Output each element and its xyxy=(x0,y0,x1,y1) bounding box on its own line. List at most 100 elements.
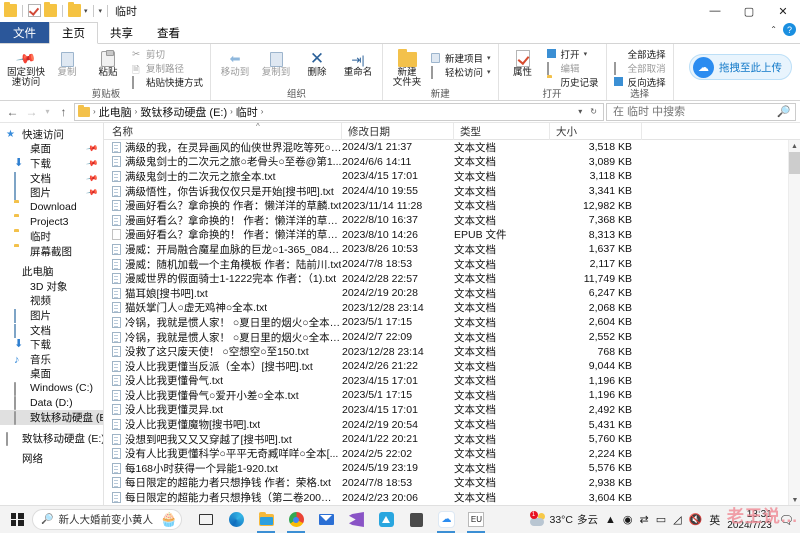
mail-icon[interactable] xyxy=(311,507,341,533)
rename-button[interactable]: ⇥| 重命名 xyxy=(338,45,378,78)
start-button[interactable] xyxy=(2,507,32,533)
file-name-cell[interactable]: 猫耳娘[搜书吧].txt xyxy=(104,286,342,301)
select-all-button[interactable]: 全部选择 xyxy=(611,47,669,61)
file-name-cell[interactable]: 满级的我，在灵异画风的仙侠世界混吃等死○创... xyxy=(104,140,342,155)
sidebar-item-desktop-pc[interactable]: 桌面 xyxy=(0,367,103,382)
tab-home[interactable]: 主页 xyxy=(49,22,98,44)
properties-button[interactable]: 属性 xyxy=(503,45,543,78)
file-name-cell[interactable]: 没人比我更懂骨气○爱开小差○全本.txt xyxy=(104,388,342,403)
file-name-cell[interactable]: 满级悟性，你告诉我仅仅只是开始[搜书吧].txt xyxy=(104,184,342,199)
paste-shortcut-button[interactable]: 粘贴快捷方式 xyxy=(129,75,206,89)
copy-path-button[interactable]: 🗎 复制路径 xyxy=(129,61,206,76)
table-row[interactable]: 每日限定的超能力者只想挣钱 作者：荣格.txt 2024/7/8 18:53 文本文… xyxy=(104,476,800,491)
column-header-date[interactable]: 修改日期 xyxy=(342,122,454,140)
table-row[interactable]: 满级悟性，你告诉我仅仅只是开始[搜书吧].txt 2024/4/10 19:55 文… xyxy=(104,184,800,199)
table-row[interactable]: 猫妖掌门人○虚无鸡神○全本.txt 2023/12/28 23:14 文本文档 2,0… xyxy=(104,301,800,316)
column-header-type[interactable]: 类型 xyxy=(454,122,550,140)
folder-icon[interactable] xyxy=(4,2,17,17)
file-name-cell[interactable]: 没救了这只废天使！ ○空想空○至150.txt xyxy=(104,344,342,359)
table-row[interactable]: 每168小时获得一个异能1-920.txt 2024/5/19 23:19 文本文档… xyxy=(104,461,800,476)
file-name-cell[interactable]: 每日限定的超能力者只想挣钱（第二卷200章）... xyxy=(104,490,342,505)
copy-to-button[interactable]: 复制到 xyxy=(256,45,296,78)
tray-overflow-icon[interactable]: ▲ xyxy=(605,514,616,526)
new-item-button[interactable]: 新建项目 ▾ xyxy=(428,51,494,65)
paste-button[interactable]: 粘贴 xyxy=(88,45,128,78)
move-to-button[interactable]: ⬅ 移动到 xyxy=(215,45,255,78)
table-row[interactable]: 冷锅，我就是惯人家！ ○夏日里的烟火○全本加... 2024/2/7 22:09 文… xyxy=(104,330,800,345)
file-name-cell[interactable]: 满级鬼剑士的二次元之旅○老骨头○至卷@第1... xyxy=(104,154,342,169)
ime-indicator[interactable]: 英 xyxy=(709,512,720,528)
table-row[interactable]: 没人比我更懂骨气○爱开小差○全本.txt 2023/5/1 17:15 文本文档 1,… xyxy=(104,388,800,403)
notification-icon[interactable]: 🗨 xyxy=(779,513,794,527)
task-view-icon[interactable] xyxy=(191,507,221,533)
file-name-cell[interactable]: 每日限定的超能力者只想挣钱 作者：荣格.txt xyxy=(104,475,342,490)
file-name-cell[interactable]: 没有人比我更懂科学○平平无奇臧咩咩○全本[... xyxy=(104,446,342,461)
breadcrumb-item-current[interactable]: 临时 xyxy=(236,104,258,120)
customize-qat-icon[interactable]: ▾ xyxy=(99,7,103,15)
breadcrumb-item-drive[interactable]: 致钛移动硬盘 (E:) xyxy=(140,104,227,120)
sidebar-item-desktop[interactable]: 桌面 📌 xyxy=(0,142,103,157)
file-name-cell[interactable]: 没人比我更懂魔物[搜书吧].txt xyxy=(104,417,342,432)
sidebar-item-downloads[interactable]: ⬇ 下载 📌 xyxy=(0,156,103,171)
new-folder-icon[interactable] xyxy=(44,2,57,17)
table-row[interactable]: 没人比我更懂灵异.txt 2023/4/15 17:01 文本文档 2,492 KB xyxy=(104,403,800,418)
sidebar-item-documents[interactable]: 文档 📌 xyxy=(0,171,103,186)
easy-access-button[interactable]: 轻松访问 ▾ xyxy=(428,65,494,79)
history-button[interactable]: 历史记录 xyxy=(544,75,602,89)
network-icon[interactable]: ⇄ xyxy=(639,513,648,526)
chevron-down-icon[interactable]: ▾ xyxy=(84,7,88,15)
volume-muted-icon[interactable]: 🔇 xyxy=(689,513,703,526)
chrome-icon[interactable] xyxy=(281,507,311,533)
scroll-up-button[interactable]: ▲ xyxy=(789,140,800,152)
delete-button[interactable]: ✕ 删除 xyxy=(297,45,337,78)
file-name-cell[interactable]: 冷锅，我就是惯人家！ ○夏日里的烟火○全本加... xyxy=(104,315,342,330)
tab-file[interactable]: 文件 xyxy=(0,22,49,43)
search-input[interactable] xyxy=(611,104,778,119)
tab-view[interactable]: 查看 xyxy=(145,22,192,43)
invert-selection-button[interactable]: 反向选择 xyxy=(611,75,669,89)
file-name-cell[interactable]: 没人比我更懂骨气.txt xyxy=(104,373,342,388)
file-name-cell[interactable]: 漫画好看么？拿命换的！ 作者：懒洋洋的草麟... xyxy=(104,227,342,242)
vertical-scrollbar[interactable]: ▲ ▼ xyxy=(788,140,800,506)
new-folder-button[interactable]: 新建 文件夹 xyxy=(387,45,427,88)
sidebar-item-drive-d[interactable]: Data (D:) xyxy=(0,396,103,411)
scrollbar-thumb[interactable] xyxy=(789,152,800,174)
table-row[interactable]: 漫威：随机加载一个主角模板 作者：陆前川.txt 2024/7/8 18:53 文本… xyxy=(104,257,800,272)
table-row[interactable]: 没人比我更懂当反派（全本）[搜书吧].txt 2024/2/26 21:22 文本文… xyxy=(104,359,800,374)
table-row[interactable]: 漫威世界的假面骑士1-1222完本 作者：（1).txt 2024/2/28 22… xyxy=(104,271,800,286)
up-button[interactable]: ↑ xyxy=(55,103,72,121)
table-row[interactable]: 漫画好看么？拿命换的！ 作者：懒洋洋的草麟... 2023/8/10 14:26 E… xyxy=(104,228,800,243)
table-row[interactable]: 每日限定的超能力者只想挣钱（第二卷200章）... 2024/2/23 20:06… xyxy=(104,490,800,505)
sidebar-item-drive-e[interactable]: 致钛移动硬盘 (E:) xyxy=(0,410,103,426)
file-name-cell[interactable]: 冷锅，我就是惯人家！ ○夏日里的烟火○全本加... xyxy=(104,330,342,345)
table-row[interactable]: 满级的我，在灵异画风的仙侠世界混吃等死○创... 2024/3/1 21:37 文本… xyxy=(104,140,800,155)
sidebar-item-download-folder[interactable]: Download xyxy=(0,200,103,215)
file-name-cell[interactable]: 没人比我更懂灵异.txt xyxy=(104,402,342,417)
file-name-cell[interactable]: 满级鬼剑士的二次元之旅全本.txt xyxy=(104,169,342,184)
table-row[interactable]: 没人比我更懂魔物[搜书吧].txt 2024/2/19 20:54 文本文档 5,43… xyxy=(104,417,800,432)
edit-button[interactable]: 编辑 xyxy=(544,61,602,75)
search-box[interactable]: 🔍 xyxy=(606,102,796,121)
forward-button[interactable]: → xyxy=(23,103,40,121)
properties-icon[interactable] xyxy=(28,4,41,17)
nav-root-drive-e[interactable]: 致钛移动硬盘 (E:) xyxy=(0,431,103,446)
file-name-cell[interactable]: 没想到吧我又又又穿越了[搜书吧].txt xyxy=(104,432,342,447)
sidebar-item-drive-c[interactable]: Windows (C:) xyxy=(0,381,103,396)
baidu-netdisk-upload-button[interactable]: ☁ 拖拽至此上传 xyxy=(689,54,792,80)
back-button[interactable]: ← xyxy=(4,103,21,121)
sidebar-item-project3[interactable]: Project3 xyxy=(0,215,103,230)
search-icon[interactable]: 🔍 xyxy=(777,105,791,118)
collapse-ribbon-icon[interactable]: ⌃ xyxy=(770,25,777,34)
table-row[interactable]: 满级鬼剑士的二次元之旅全本.txt 2023/4/15 17:01 文本文档 3,11… xyxy=(104,169,800,184)
new-item-icon[interactable] xyxy=(68,2,81,17)
sidebar-item-temp[interactable]: 临时 xyxy=(0,229,103,244)
recent-locations-icon[interactable]: ▾ xyxy=(42,103,53,121)
file-name-cell[interactable]: 漫威：开局融合魔星血脉的巨龙○1-365_0841... xyxy=(104,242,342,257)
baidu-netdisk-icon[interactable]: ☁ xyxy=(431,507,461,533)
pin-to-quick-access-button[interactable]: 📌 固定到快 速访问 xyxy=(6,45,46,88)
nav-root-network[interactable]: 网络 xyxy=(0,451,103,466)
open-button[interactable]: 打开 ▾ xyxy=(544,47,602,61)
chevron-down-icon[interactable]: ▾ xyxy=(487,54,491,62)
copy-button[interactable]: 复制 xyxy=(47,45,87,78)
file-name-cell[interactable]: 每168小时获得一个异能1-920.txt xyxy=(104,461,342,476)
